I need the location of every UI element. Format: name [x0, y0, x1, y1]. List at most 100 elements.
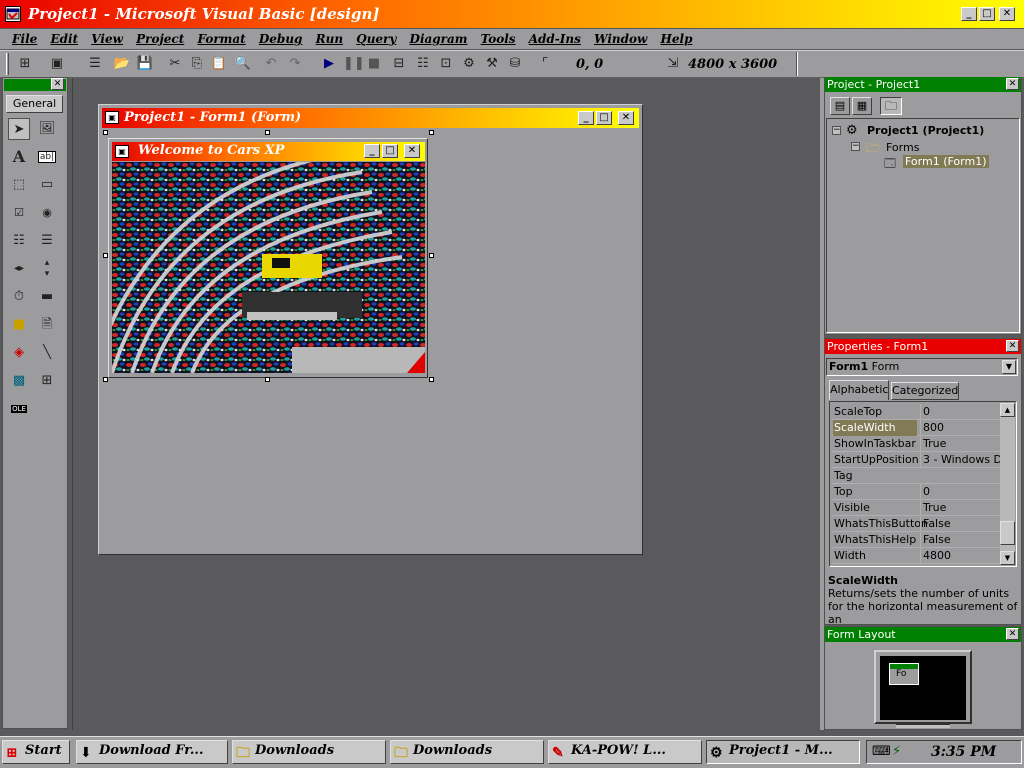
- taskbar-button[interactable]: 🗀 Downloads: [390, 740, 544, 764]
- property-row[interactable]: Top 0: [832, 484, 1000, 500]
- form1-minimize-button[interactable]: _: [364, 144, 380, 158]
- property-row[interactable]: WhatsThisHelp False: [832, 532, 1000, 548]
- timer-icon[interactable]: ⏱: [8, 286, 30, 308]
- label-icon[interactable]: A: [8, 146, 30, 168]
- menu-diagram[interactable]: Diagram: [410, 32, 468, 46]
- properties-close-icon[interactable]: ✕: [1006, 340, 1019, 352]
- project-explorer-close-icon[interactable]: ✕: [1006, 78, 1019, 90]
- view-object-icon[interactable]: ▦: [852, 97, 872, 115]
- form-layout-header[interactable]: Form Layout: [825, 627, 1021, 642]
- dirlistbox-icon[interactable]: ■: [8, 314, 30, 336]
- form-layout-icon[interactable]: ⊡: [437, 55, 455, 73]
- property-row[interactable]: Visible True: [832, 500, 1000, 516]
- resize-handle[interactable]: [429, 253, 434, 258]
- tree-collapse-icon[interactable]: −: [851, 142, 860, 151]
- resize-handle[interactable]: [103, 377, 108, 382]
- clock[interactable]: 3:35 PM: [931, 744, 996, 760]
- designer-maximize-button[interactable]: □: [596, 111, 612, 125]
- property-value[interactable]: False: [920, 516, 1004, 532]
- mini-form[interactable]: Fo: [889, 663, 919, 685]
- line-icon[interactable]: ╲: [36, 342, 58, 364]
- taskbar-button[interactable]: ⬇ Download Fr...: [76, 740, 228, 764]
- toolbar-grip[interactable]: [6, 53, 9, 75]
- frame-icon[interactable]: ⬚: [8, 174, 30, 196]
- ole-icon[interactable]: OLE: [8, 398, 30, 420]
- project-explorer-icon[interactable]: ⊟: [390, 55, 408, 73]
- optionbutton-icon[interactable]: ◉: [36, 202, 58, 224]
- break-icon[interactable]: ❚❚: [343, 55, 365, 73]
- vb-app-icon[interactable]: [5, 6, 21, 22]
- scroll-up-icon[interactable]: ▲: [1000, 403, 1015, 417]
- shape-icon[interactable]: ◈: [8, 342, 30, 364]
- view-code-icon[interactable]: ▤: [830, 97, 850, 115]
- form1-close-button[interactable]: ✕: [404, 144, 420, 158]
- picturebox-icon[interactable]: 🖼: [36, 118, 58, 140]
- filelistbox-icon[interactable]: 🗎: [36, 314, 58, 336]
- tree-form1-item[interactable]: Form1 (Form1): [903, 155, 989, 168]
- property-value[interactable]: True: [920, 500, 1004, 516]
- paste-icon[interactable]: 📋: [210, 55, 228, 73]
- start-icon[interactable]: ▶: [320, 55, 338, 73]
- undo-icon[interactable]: ↶: [262, 55, 280, 73]
- data-icon[interactable]: ⊞: [36, 370, 58, 392]
- menu-file[interactable]: File: [12, 32, 37, 46]
- menu-window[interactable]: Window: [594, 32, 647, 46]
- menu-debug[interactable]: Debug: [259, 32, 303, 46]
- tab-categorized[interactable]: Categorized: [891, 382, 959, 400]
- object-selector[interactable]: Form1 Form: [826, 358, 1018, 376]
- property-row[interactable]: WhatsThisButton False: [832, 516, 1000, 532]
- listbox-icon[interactable]: ☰: [36, 230, 58, 252]
- property-value[interactable]: False: [920, 532, 1004, 548]
- resize-handle[interactable]: [103, 130, 108, 135]
- vscrollbar-icon[interactable]: ▴ ▾: [36, 258, 58, 280]
- textbox-icon[interactable]: ab|: [36, 146, 58, 168]
- object-selector-dropdown-icon[interactable]: ▼: [1002, 360, 1016, 374]
- resize-handle[interactable]: [103, 253, 108, 258]
- property-row[interactable]: StartUpPosition 3 - Windows Def: [832, 452, 1004, 468]
- property-value[interactable]: 0: [920, 484, 1004, 500]
- property-value[interactable]: 0: [920, 404, 1004, 420]
- property-value[interactable]: 3 - Windows Def: [920, 452, 1004, 468]
- scroll-thumb[interactable]: [1000, 521, 1015, 545]
- taskbar-button[interactable]: ✎ KA-POW! L...: [548, 740, 702, 764]
- keyboard-icon[interactable]: ⌨: [872, 744, 891, 759]
- property-row[interactable]: Width 4800: [832, 548, 1000, 564]
- minimize-button[interactable]: _: [961, 7, 977, 21]
- resize-handle[interactable]: [265, 377, 270, 382]
- taskbar-button-active[interactable]: ⚙ Project1 - M...: [706, 740, 860, 764]
- drivelistbox-icon[interactable]: ▬: [36, 286, 58, 308]
- end-icon[interactable]: ■: [365, 55, 383, 73]
- taskbar-button[interactable]: 🗀 Downloads: [232, 740, 386, 764]
- tab-alphabetic[interactable]: Alphabetic: [829, 380, 889, 400]
- tree-project-root[interactable]: Project1 (Project1): [867, 124, 984, 137]
- network-icon[interactable]: ⚡: [892, 744, 901, 759]
- form-layout-close-icon[interactable]: ✕: [1006, 628, 1019, 640]
- designer-minimize-button[interactable]: _: [578, 111, 594, 125]
- resize-handle[interactable]: [429, 377, 434, 382]
- close-button[interactable]: ✕: [999, 7, 1015, 21]
- property-row[interactable]: ScaleTop 0: [832, 404, 1000, 420]
- find-icon[interactable]: 🔍: [234, 55, 252, 73]
- property-row[interactable]: Tag: [832, 468, 1000, 484]
- property-row[interactable]: ShowInTaskbar True: [832, 436, 1000, 452]
- menu-query[interactable]: Query: [356, 32, 396, 46]
- menu-tools[interactable]: Tools: [481, 32, 516, 46]
- hscrollbar-icon[interactable]: ◂▸: [8, 258, 30, 280]
- property-scrollbar[interactable]: ▲ ▼: [1000, 403, 1015, 565]
- commandbutton-icon[interactable]: ▭: [36, 174, 58, 196]
- property-value[interactable]: True: [920, 436, 1004, 452]
- menu-run[interactable]: Run: [316, 32, 343, 46]
- form1-maximize-button[interactable]: □: [382, 144, 398, 158]
- menu-editor-icon[interactable]: ☰: [86, 55, 104, 73]
- project-explorer-header[interactable]: Project - Project1: [825, 77, 1021, 92]
- menu-edit[interactable]: Edit: [50, 32, 78, 46]
- menu-addins[interactable]: Add-Ins: [529, 32, 581, 46]
- property-value[interactable]: 800: [920, 420, 1004, 436]
- toolbox-tab-general[interactable]: General: [6, 95, 63, 113]
- resize-handle[interactable]: [429, 130, 434, 135]
- property-value[interactable]: 4800: [920, 548, 1004, 564]
- toolbox-icon[interactable]: ⚒: [483, 55, 501, 73]
- properties-header[interactable]: Properties - Form1: [825, 339, 1021, 354]
- main-title-bar[interactable]: Project1 - Microsoft Visual Basic [desig…: [0, 0, 1024, 28]
- properties-window-icon[interactable]: ☷: [414, 55, 432, 73]
